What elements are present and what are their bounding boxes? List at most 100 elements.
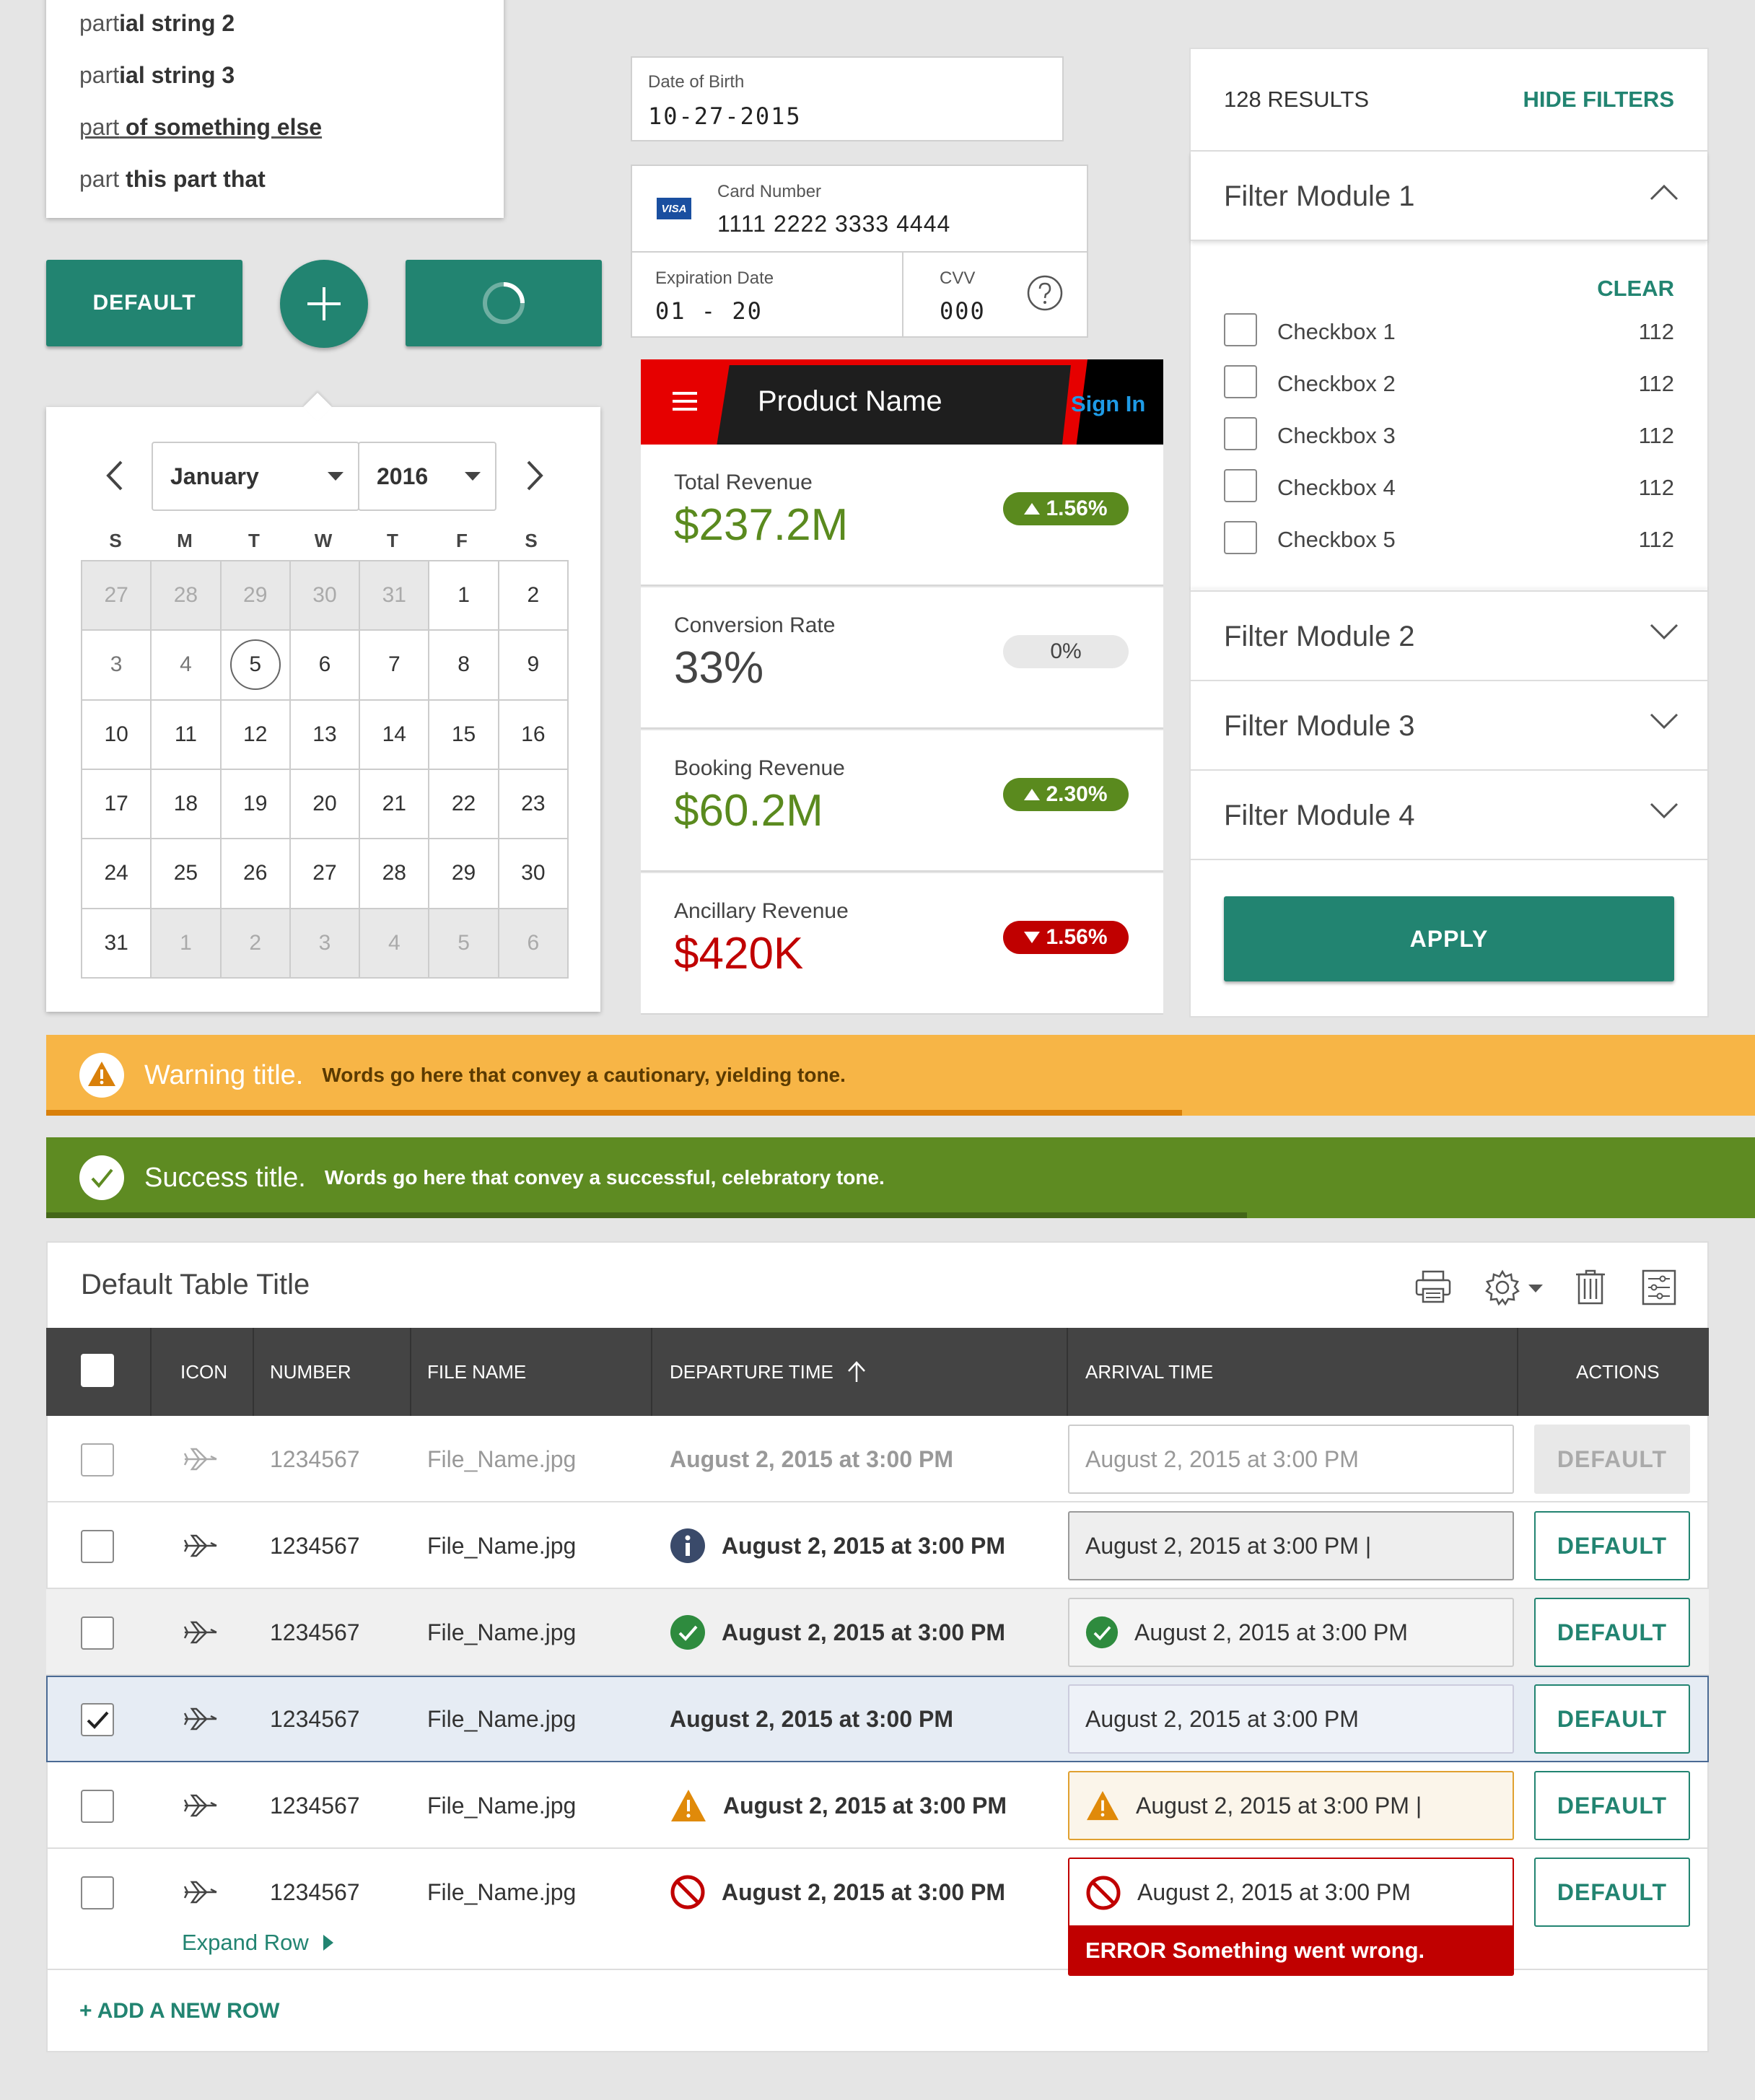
expand-row-link[interactable]: Expand Row xyxy=(182,1930,333,1956)
calendar-day[interactable]: 3 xyxy=(290,909,361,979)
apply-button[interactable]: APPLY xyxy=(1224,896,1674,981)
default-action-button-disabled[interactable]: DEFAULT xyxy=(1534,1425,1690,1494)
calendar-day[interactable]: 25 xyxy=(152,839,222,909)
calendar-day[interactable]: 12 xyxy=(221,700,291,770)
column-header-arrival-time[interactable]: ARRIVAL TIME xyxy=(1085,1328,1213,1416)
calendar-day[interactable]: 30 xyxy=(499,839,569,909)
calendar-day[interactable]: 16 xyxy=(499,700,569,770)
checkbox[interactable] xyxy=(1224,469,1257,502)
add-row-link[interactable]: + ADD A NEW ROW xyxy=(79,1999,280,2024)
calendar-day[interactable]: 10 xyxy=(82,700,152,770)
calendar-day[interactable]: 14 xyxy=(360,700,430,770)
add-fab-button[interactable] xyxy=(280,260,368,348)
filter-checkbox-row[interactable]: Checkbox 1 112 xyxy=(1224,313,1674,349)
cvv-field[interactable]: CVV 000 xyxy=(903,253,1087,336)
arrival-input-error[interactable]: August 2, 2015 at 3:00 PM ERROR Somethin… xyxy=(1068,1858,1514,1976)
calendar-day[interactable]: 26 xyxy=(221,839,291,909)
filter-module-1-header[interactable]: Filter Module 1 xyxy=(1191,152,1707,241)
calendar-day[interactable]: 24 xyxy=(82,839,152,909)
filter-checkbox-row[interactable]: Checkbox 4 112 xyxy=(1224,469,1674,505)
default-button[interactable]: DEFAULT xyxy=(46,260,242,346)
row-checkbox[interactable] xyxy=(81,1876,114,1909)
chevron-left-icon[interactable] xyxy=(104,459,126,492)
hide-filters-link[interactable]: HIDE FILTERS xyxy=(1523,87,1674,113)
autocomplete-option-highlighted[interactable]: part of something else xyxy=(79,114,322,141)
clear-link[interactable]: CLEAR xyxy=(1597,276,1674,302)
calendar-day[interactable]: 11 xyxy=(152,700,222,770)
help-icon[interactable] xyxy=(1026,274,1064,312)
caret-down-icon[interactable] xyxy=(1528,1285,1543,1293)
calendar-day[interactable]: 2 xyxy=(221,909,291,979)
autocomplete-option[interactable]: partial string 3 xyxy=(79,62,235,89)
row-checkbox[interactable] xyxy=(81,1616,114,1650)
calendar-day[interactable]: 9 xyxy=(499,631,569,701)
autocomplete-option[interactable]: part this part that xyxy=(79,166,266,193)
calendar-day[interactable]: 15 xyxy=(429,700,499,770)
filter-checkbox-row[interactable]: Checkbox 5 112 xyxy=(1224,521,1674,557)
trash-icon[interactable] xyxy=(1573,1269,1608,1306)
default-action-button[interactable]: DEFAULT xyxy=(1534,1598,1690,1667)
calendar-day[interactable]: 28 xyxy=(152,561,222,631)
column-header-file-name[interactable]: FILE NAME xyxy=(427,1328,526,1416)
calendar-day[interactable]: 7 xyxy=(360,631,430,701)
filter-checkbox-row[interactable]: Checkbox 2 112 xyxy=(1224,365,1674,401)
sign-in-link[interactable]: Sign In xyxy=(1071,391,1145,417)
calendar-day[interactable]: 31 xyxy=(82,909,152,979)
default-action-button[interactable]: DEFAULT xyxy=(1534,1684,1690,1754)
date-of-birth-field[interactable]: Date of Birth 10-27-2015 xyxy=(631,56,1064,141)
calendar-day[interactable]: 1 xyxy=(152,909,222,979)
loading-button[interactable] xyxy=(406,260,602,346)
calendar-day[interactable]: 22 xyxy=(429,770,499,840)
column-settings-icon[interactable] xyxy=(1641,1269,1677,1306)
row-checkbox[interactable] xyxy=(81,1443,114,1476)
row-checkbox-checked[interactable] xyxy=(81,1703,114,1736)
expiration-date-field[interactable]: Expiration Date 01 - 20 xyxy=(632,253,902,336)
checkbox[interactable] xyxy=(1224,365,1257,398)
arrival-input[interactable]: August 2, 2015 at 3:00 PM xyxy=(1068,1684,1514,1754)
gear-icon[interactable] xyxy=(1484,1269,1521,1306)
calendar-day[interactable]: 2 xyxy=(499,561,569,631)
arrival-input-warning[interactable]: August 2, 2015 at 3:00 PM | xyxy=(1068,1771,1514,1840)
calendar-day[interactable]: 3 xyxy=(82,631,152,701)
calendar-day[interactable]: 6 xyxy=(499,909,569,979)
calendar-day[interactable]: 19 xyxy=(221,770,291,840)
select-all-checkbox[interactable] xyxy=(81,1354,114,1387)
calendar-day[interactable]: 28 xyxy=(360,839,430,909)
calendar-day[interactable]: 31 xyxy=(360,561,430,631)
default-action-button[interactable]: DEFAULT xyxy=(1534,1771,1690,1840)
calendar-day[interactable]: 4 xyxy=(360,909,430,979)
row-checkbox[interactable] xyxy=(81,1530,114,1563)
row-checkbox[interactable] xyxy=(81,1790,114,1823)
calendar-day[interactable]: 17 xyxy=(82,770,152,840)
calendar-day[interactable]: 21 xyxy=(360,770,430,840)
arrival-input-disabled[interactable]: August 2, 2015 at 3:00 PM xyxy=(1068,1425,1514,1494)
calendar-day[interactable]: 27 xyxy=(290,839,361,909)
print-icon[interactable] xyxy=(1414,1269,1452,1305)
calendar-day[interactable]: 13 xyxy=(290,700,361,770)
column-header-icon[interactable]: ICON xyxy=(180,1328,227,1416)
calendar-day[interactable]: 8 xyxy=(429,631,499,701)
checkbox[interactable] xyxy=(1224,521,1257,554)
filter-module-4-header[interactable]: Filter Module 4 xyxy=(1191,771,1707,860)
calendar-day[interactable]: 20 xyxy=(290,770,361,840)
column-header-departure-time[interactable]: DEPARTURE TIME xyxy=(670,1328,867,1416)
card-number-field[interactable]: Card Number 1111 2222 3333 4444 xyxy=(632,166,1087,251)
calendar-day[interactable]: 30 xyxy=(290,561,361,631)
calendar-day[interactable]: 27 xyxy=(82,561,152,631)
arrival-input-success[interactable]: August 2, 2015 at 3:00 PM xyxy=(1068,1598,1514,1667)
calendar-day[interactable]: 29 xyxy=(429,839,499,909)
default-action-button[interactable]: DEFAULT xyxy=(1534,1858,1690,1927)
calendar-day[interactable]: 5 xyxy=(221,631,291,701)
calendar-day[interactable]: 29 xyxy=(221,561,291,631)
checkbox[interactable] xyxy=(1224,417,1257,450)
calendar-day[interactable]: 5 xyxy=(429,909,499,979)
arrival-input-focused[interactable]: August 2, 2015 at 3:00 PM | xyxy=(1068,1511,1514,1580)
default-action-button[interactable]: DEFAULT xyxy=(1534,1511,1690,1580)
calendar-day[interactable]: 18 xyxy=(152,770,222,840)
filter-module-2-header[interactable]: Filter Module 2 xyxy=(1191,592,1707,681)
column-header-number[interactable]: NUMBER xyxy=(270,1328,351,1416)
autocomplete-option[interactable]: partial string 2 xyxy=(79,10,235,37)
checkbox[interactable] xyxy=(1224,313,1257,346)
filter-module-3-header[interactable]: Filter Module 3 xyxy=(1191,681,1707,771)
calendar-day[interactable]: 4 xyxy=(152,631,222,701)
